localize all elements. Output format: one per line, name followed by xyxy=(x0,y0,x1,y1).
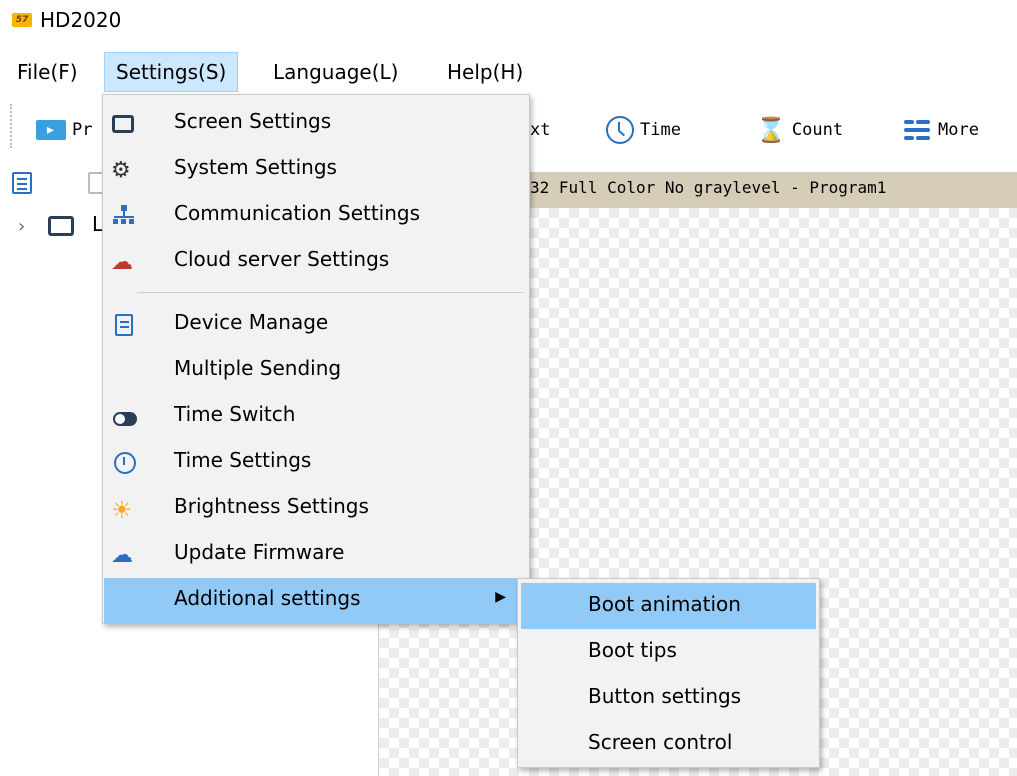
program-icon xyxy=(36,112,66,148)
list-icon[interactable] xyxy=(12,172,32,194)
toolbar-more-button[interactable]: More xyxy=(904,112,979,148)
menu-item-multiple-sending[interactable]: Multiple Sending xyxy=(104,348,528,394)
app-logo-icon: 57 xyxy=(12,13,32,27)
screen-icon xyxy=(112,115,134,133)
settings-menu: Screen Settings ⚙ System Settings Commun… xyxy=(102,94,530,624)
menu-item-brightness-settings[interactable]: ☀ Brightness Settings xyxy=(104,486,528,532)
submenu-item-boot-tips[interactable]: Boot tips xyxy=(521,629,816,675)
menu-item-cloud-server-settings[interactable]: ☁ Cloud server Settings xyxy=(104,239,528,285)
menu-item-additional-settings[interactable]: Additional settings ▶ xyxy=(104,578,528,624)
screen-icon xyxy=(48,216,74,236)
menu-separator xyxy=(137,292,523,293)
hourglass-icon: ⌛ xyxy=(756,116,786,144)
menu-item-label: Time Switch xyxy=(174,402,296,426)
toggle-icon xyxy=(113,412,137,426)
submenu-item-boot-animation[interactable]: Boot animation xyxy=(521,583,816,629)
menu-item-label: Update Firmware xyxy=(174,540,345,564)
menu-help[interactable]: Help(H) xyxy=(436,52,534,92)
more-icon xyxy=(904,119,932,141)
menu-item-label: Cloud server Settings xyxy=(174,247,390,271)
menu-file[interactable]: File(F) xyxy=(6,52,89,92)
menu-item-label: Screen Settings xyxy=(174,109,332,133)
submenu-item-label: Screen control xyxy=(588,730,733,754)
network-icon xyxy=(111,205,137,229)
toolbar-grip[interactable] xyxy=(10,104,13,148)
title-bar: 57 HD2020 xyxy=(0,0,1017,44)
toolbar-program-label: Pr xyxy=(72,120,93,140)
submenu-arrow-icon: ▶ xyxy=(495,589,506,605)
menu-item-label: Communication Settings xyxy=(174,201,421,225)
menu-item-label: Device Manage xyxy=(174,310,329,334)
toolbar-more-label: More xyxy=(938,120,979,140)
submenu-item-screen-control[interactable]: Screen control xyxy=(521,721,816,767)
menu-item-label: Additional settings xyxy=(174,586,361,610)
menu-bar: File(F) Settings(S) Language(L) Help(H) xyxy=(0,50,1017,94)
toolbar-time-button[interactable]: Time xyxy=(606,112,681,148)
menu-item-device-manage[interactable]: Device Manage xyxy=(104,302,528,348)
menu-item-update-firmware[interactable]: ☁ Update Firmware xyxy=(104,532,528,578)
chevron-right-icon[interactable]: › xyxy=(18,216,25,237)
menu-item-screen-settings[interactable]: Screen Settings xyxy=(104,101,528,147)
menu-language[interactable]: Language(L) xyxy=(262,52,409,92)
toolbar-text-label: xt xyxy=(530,120,551,140)
clock-icon xyxy=(114,452,136,474)
cloud-icon: ☁ xyxy=(111,250,133,275)
toolbar-count-label: Count xyxy=(791,120,844,140)
submenu-item-label: Button settings xyxy=(588,684,742,708)
sun-icon: ☀ xyxy=(111,496,133,524)
menu-item-time-settings[interactable]: Time Settings xyxy=(104,440,528,486)
toolbar-program-button[interactable]: Pr xyxy=(36,112,92,148)
menu-settings[interactable]: Settings(S) xyxy=(104,52,239,92)
menu-item-communication-settings[interactable]: Communication Settings xyxy=(104,193,528,239)
clock-icon xyxy=(606,116,634,144)
toolbar-text-button[interactable]: xt xyxy=(530,112,550,148)
menu-item-label: System Settings xyxy=(174,155,337,179)
editor-header-text: 32 Full Color No graylevel - Program1 xyxy=(530,178,887,197)
toolbar-count-button[interactable]: ⌛ Count xyxy=(756,112,843,148)
menu-item-label: Multiple Sending xyxy=(174,356,342,380)
submenu-item-label: Boot tips xyxy=(588,638,677,662)
upload-icon: ☁ xyxy=(111,543,133,568)
toolbar-time-label: Time xyxy=(640,120,681,140)
menu-item-time-switch[interactable]: Time Switch xyxy=(104,394,528,440)
menu-item-label: Time Settings xyxy=(174,448,312,472)
menu-item-label: Brightness Settings xyxy=(174,494,369,518)
app-title: HD2020 xyxy=(40,8,122,32)
menu-item-system-settings[interactable]: ⚙ System Settings xyxy=(104,147,528,193)
document-icon xyxy=(115,314,133,336)
submenu-item-label: Boot animation xyxy=(588,592,741,616)
additional-settings-submenu: Boot animation Boot tips Button settings… xyxy=(517,578,820,768)
submenu-item-button-settings[interactable]: Button settings xyxy=(521,675,816,721)
gear-icon: ⚙ xyxy=(111,158,131,183)
